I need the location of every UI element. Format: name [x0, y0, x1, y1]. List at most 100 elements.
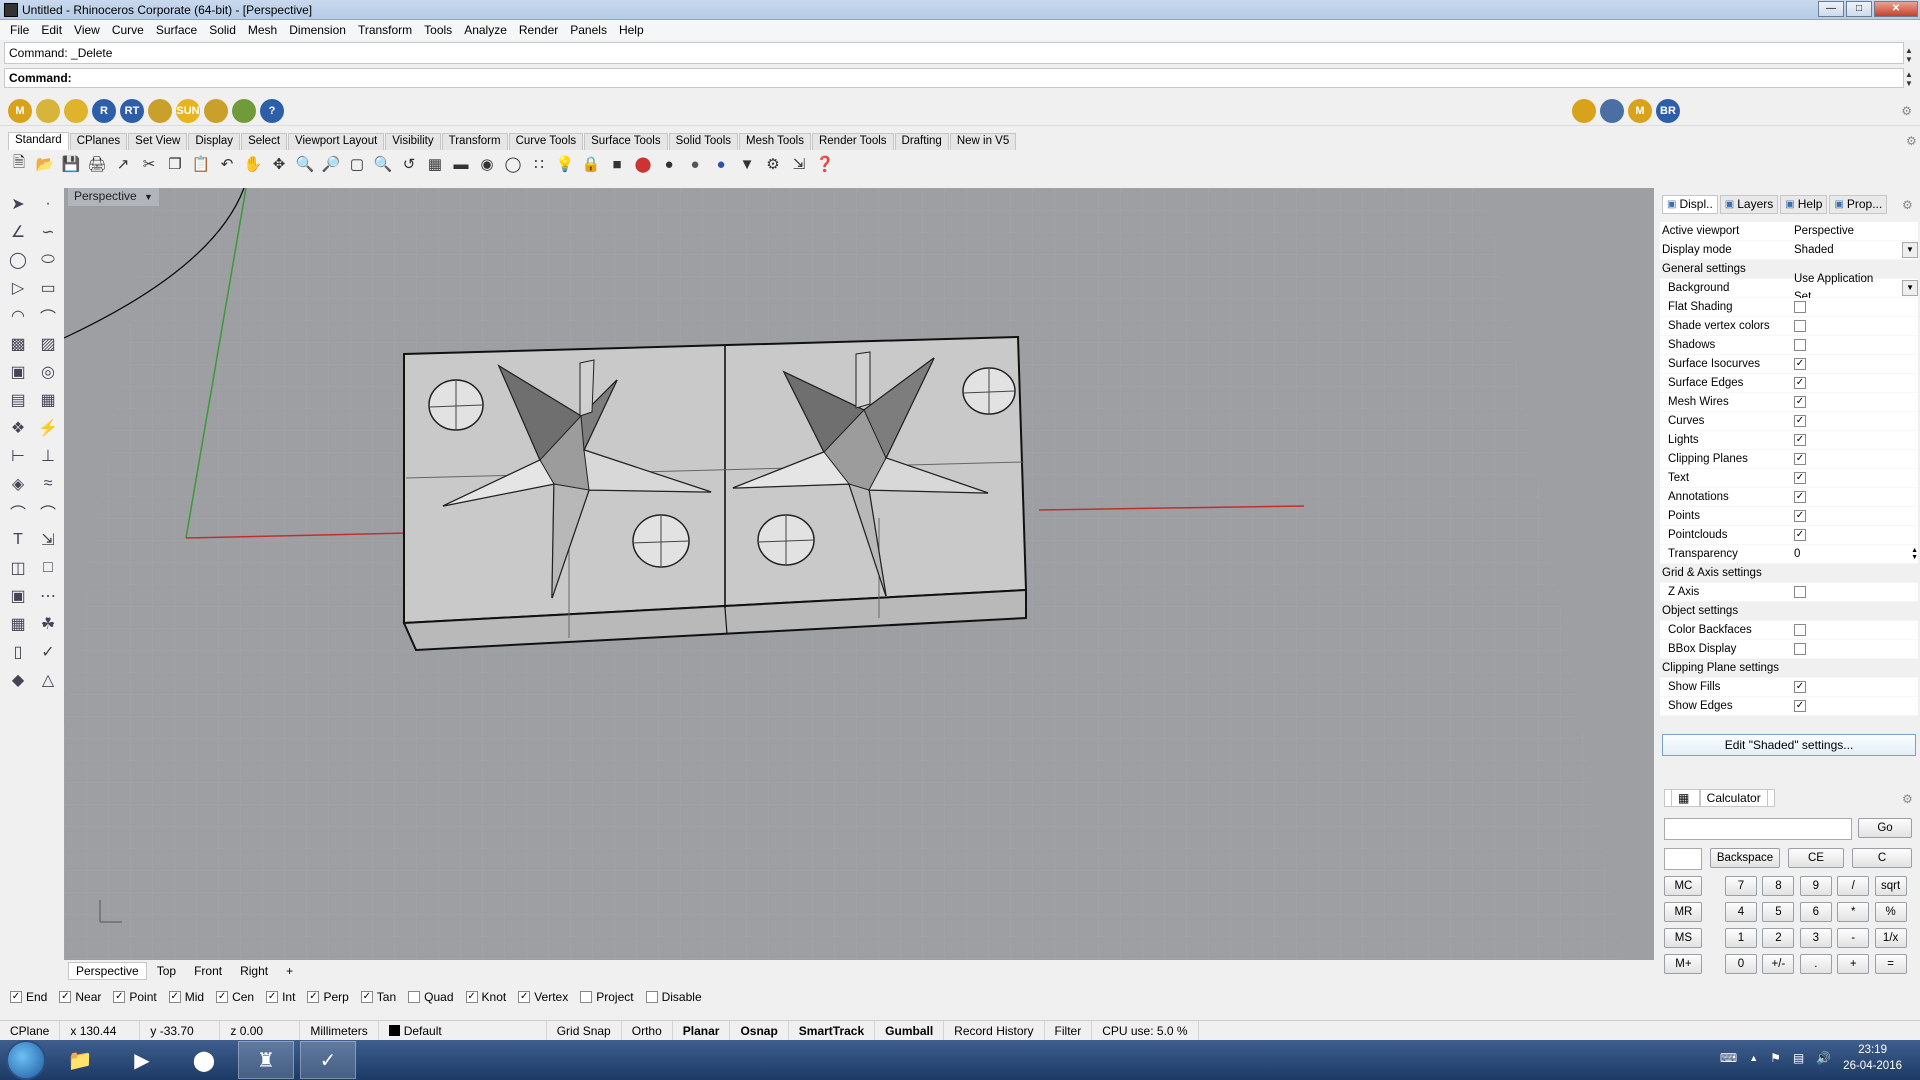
checkbox[interactable]: ✓ — [360, 991, 373, 1003]
plugin-icon-6[interactable]: SUN — [176, 98, 200, 123]
checkbox[interactable] — [1794, 586, 1806, 598]
gear-icon[interactable]: ⚙ — [1901, 104, 1912, 118]
options-gear-icon[interactable]: ⚙ — [762, 153, 784, 175]
tab-surface-tools[interactable]: Surface Tools — [584, 133, 668, 150]
group-icon[interactable]: ◫ — [4, 554, 32, 582]
tab-display[interactable]: Display — [188, 133, 241, 150]
setting-shade-vertex-colors[interactable]: Shade vertex colors — [1660, 317, 1918, 336]
edit-shaded-settings-button[interactable]: Edit "Shaded" settings... — [1662, 734, 1916, 756]
osnap-vertex[interactable]: ✓ Vertex — [518, 990, 568, 1004]
calc-key--button[interactable]: / — [1837, 876, 1870, 896]
check-icon[interactable]: ✓ — [34, 638, 62, 666]
calc-key--button[interactable]: % — [1874, 902, 1907, 922]
surface-edit-icon[interactable]: ▨ — [34, 330, 62, 358]
calculator-input[interactable] — [1664, 818, 1852, 840]
calc-key--button[interactable]: = — [1874, 954, 1907, 974]
warning-icon[interactable]: △ — [34, 666, 62, 694]
calc-key--button[interactable]: + — [1837, 954, 1870, 974]
flag-icon[interactable]: ⚑ — [1770, 1051, 1781, 1065]
checkbox[interactable] — [645, 991, 658, 1003]
tab-standard[interactable]: Standard — [8, 132, 69, 150]
tab-solid-tools[interactable]: Solid Tools — [668, 133, 738, 150]
tab-set-view[interactable]: Set View — [128, 133, 188, 150]
array-grid-icon[interactable]: ▦ — [4, 610, 32, 638]
calc-key-1-button[interactable]: 1 — [1725, 928, 1757, 948]
tab-new-in-v5[interactable]: New in V5 — [949, 133, 1017, 150]
osnap-knot[interactable]: ✓ Knot — [465, 990, 506, 1004]
checkbox[interactable]: ✓ — [1794, 491, 1806, 503]
undo-icon[interactable]: ↶ — [216, 153, 238, 175]
checkbox[interactable]: ✓ — [1794, 396, 1806, 408]
panel-tab-layers[interactable]: ▣ Layers — [1719, 194, 1779, 214]
osnap-tan[interactable]: ✓ Tan — [360, 990, 396, 1004]
render-tool-icon[interactable]: ◆ — [4, 666, 32, 694]
menu-mesh[interactable]: Mesh — [242, 23, 283, 37]
checkbox[interactable] — [580, 991, 593, 1003]
setting-shadows[interactable]: Shadows — [1660, 336, 1918, 355]
menu-view[interactable]: View — [68, 23, 106, 37]
four-viewports-icon[interactable]: ▦ — [424, 153, 446, 175]
calc-key--button[interactable]: +/- — [1762, 954, 1795, 974]
text-icon[interactable]: T — [4, 526, 32, 554]
status-toggle-planar[interactable]: Planar — [673, 1020, 731, 1041]
setting-annotations[interactable]: Annotations ✓ — [1660, 488, 1918, 507]
plugin-icon-2[interactable] — [64, 98, 88, 123]
viewport-canvas[interactable] — [64, 188, 1654, 960]
curve-icon[interactable]: ∽ — [34, 218, 62, 246]
cplane-icon[interactable]: ▬ — [450, 153, 472, 175]
checkbox[interactable]: ✓ — [1794, 358, 1806, 370]
right-plugin-icon-2[interactable]: M — [1628, 99, 1652, 123]
select-icon[interactable]: ◯ — [502, 153, 524, 175]
tab-mesh-tools[interactable]: Mesh Tools — [739, 133, 811, 150]
checkbox[interactable]: ✓ — [1794, 700, 1806, 712]
calculator-go-button[interactable]: Go — [1858, 818, 1912, 838]
osnap-perp[interactable]: ✓ Perp — [307, 990, 349, 1004]
calc-key-5-button[interactable]: 5 — [1762, 902, 1795, 922]
surface-icon[interactable]: ▩ — [4, 330, 32, 358]
transparency-row[interactable]: Transparency 0 ▲ ▼ — [1660, 545, 1918, 564]
explode-icon[interactable]: □ — [34, 554, 62, 582]
calculator-c-button[interactable]: C — [1852, 848, 1912, 868]
osnap-near[interactable]: ✓ Near — [59, 990, 101, 1004]
close-button[interactable]: ✕ — [1874, 1, 1918, 17]
cplane-label[interactable]: CPlane — [0, 1020, 61, 1041]
menu-curve[interactable]: Curve — [106, 23, 150, 37]
setting-color-backfaces[interactable]: Color Backfaces — [1660, 621, 1918, 640]
array-icon[interactable]: ⋯ — [34, 582, 62, 610]
chevron-down-icon[interactable]: ▼ — [144, 192, 153, 202]
setting-flat-shading[interactable]: Flat Shading — [1660, 298, 1918, 317]
setting-show-fills[interactable]: Show Fills ✓ — [1660, 678, 1918, 697]
extrude-icon[interactable]: ▤ — [4, 386, 32, 414]
checkbox[interactable] — [1794, 624, 1806, 636]
calc-key-1-x-button[interactable]: 1/x — [1874, 928, 1907, 948]
tab-viewport-layout[interactable]: Viewport Layout — [288, 133, 385, 150]
new-file-icon[interactable]: 🗎 — [8, 153, 30, 175]
split-icon[interactable]: ◈ — [4, 470, 32, 498]
osnap-mid[interactable]: ✓ Mid — [168, 990, 204, 1004]
menu-transform[interactable]: Transform — [352, 23, 418, 37]
calc-key--button[interactable]: - — [1837, 928, 1870, 948]
status-toggle-filter[interactable]: Filter — [1045, 1020, 1093, 1041]
dimension-tool-icon[interactable]: ⊢ — [4, 442, 32, 470]
checkbox[interactable] — [1794, 301, 1806, 313]
menu-render[interactable]: Render — [513, 23, 564, 37]
media-player-taskbar-icon[interactable]: ▶ — [114, 1041, 170, 1079]
checkbox[interactable]: ✓ — [307, 991, 320, 1003]
menu-edit[interactable]: Edit — [35, 23, 68, 37]
calc-key-9-button[interactable]: 9 — [1799, 876, 1832, 896]
checkbox[interactable]: ✓ — [10, 991, 22, 1003]
point-icon[interactable]: · — [34, 190, 62, 218]
points-on-icon[interactable]: ∷ — [528, 153, 550, 175]
dimension-icon[interactable]: ⇲ — [788, 153, 810, 175]
osnap-int[interactable]: ✓ Int — [266, 990, 295, 1004]
fillet-icon[interactable]: ⌒ — [4, 498, 32, 526]
checkbox[interactable]: ✓ — [113, 991, 126, 1003]
volume-icon[interactable]: 🔊 — [1816, 1051, 1831, 1065]
setting-mesh-wires[interactable]: Mesh Wires ✓ — [1660, 393, 1918, 412]
calc-key-mr-button[interactable]: MR — [1664, 902, 1703, 922]
scale-icon[interactable]: ⇲ — [34, 526, 62, 554]
cut-icon[interactable]: ✂ — [138, 153, 160, 175]
right-plugin-icon-3[interactable]: BR — [1656, 99, 1680, 123]
calc-key-6-button[interactable]: 6 — [1799, 902, 1832, 922]
history-icon[interactable]: ▯ — [4, 638, 32, 666]
